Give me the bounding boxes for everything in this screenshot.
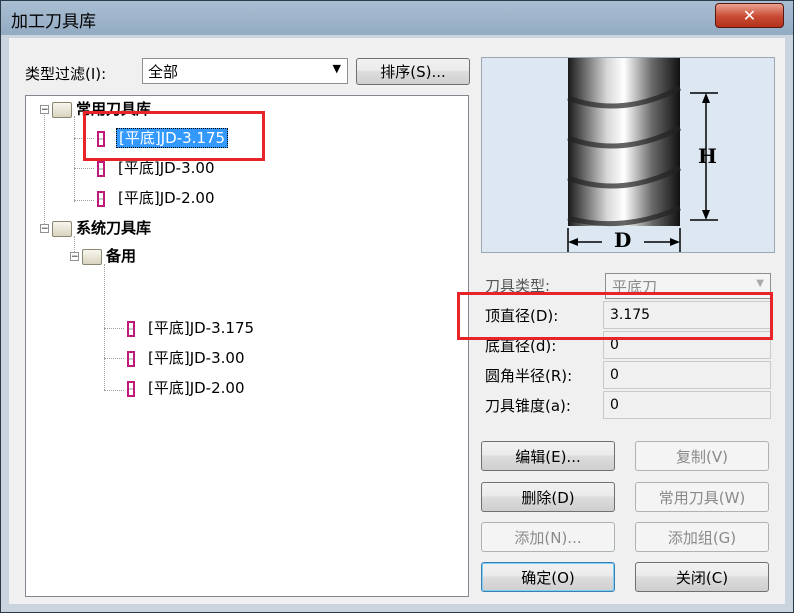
chevron-down-icon: ▼ [756,278,764,289]
taper-field[interactable]: 0 [603,391,771,419]
type-filter-label: 类型过滤(I): [25,65,107,83]
diameter-dim-label: D [614,228,632,252]
highlight-selected-tool [83,111,265,161]
type-filter-select[interactable]: 全部 ▼ [142,58,348,84]
edit-button[interactable]: 编辑(E)... [481,441,615,471]
taper-label: 刀具锥度(a): [485,397,571,415]
tree-node-spare[interactable]: 备用 [106,245,136,267]
tree-item-spare-jd-300[interactable]: [平底]JD-3.00 [148,347,245,369]
add-group-button[interactable]: 添加组(G) [635,522,769,552]
flat-end-mill-icon [127,381,135,397]
copy-button[interactable]: 复制(V) [635,441,769,471]
ok-button[interactable]: 确定(O) [481,562,615,592]
window-title: 加工刀具库 [11,12,96,32]
collapse-system-icon[interactable]: − [40,224,49,234]
sort-button[interactable]: 排序(S)... [356,58,470,85]
flat-end-mill-icon [97,191,105,207]
tool-preview: H D [481,57,775,253]
common-tool-button[interactable]: 常用刀具(W) [635,482,769,512]
chevron-down-icon: ▼ [332,62,341,75]
flat-end-mill-icon [127,351,135,367]
tree-item-common-jd-200[interactable]: [平底]JD-2.00 [118,187,215,209]
tool-tree[interactable]: − 常用刀具库 [平底]JD-3.175 [平底]JD-3.00 [平底]JD-… [25,95,469,597]
delete-button[interactable]: 删除(D) [481,482,615,512]
window-close-button[interactable]: ✕ [715,3,784,28]
folder-icon [52,102,72,118]
flat-end-mill-icon [97,161,105,177]
collapse-spare-icon[interactable]: − [70,252,79,262]
add-button[interactable]: 添加(N)... [481,522,615,552]
title-bar[interactable]: 加工刀具库 ✕ [1,1,793,35]
folder-icon [82,249,102,265]
collapse-common-icon[interactable]: − [40,105,49,115]
flat-end-mill-icon [127,321,135,337]
tree-node-system-library[interactable]: 系统刀具库 [76,217,151,239]
type-filter-value: 全部 [148,63,179,81]
end-mill-drawing [567,58,718,252]
tool-library-dialog: 加工刀具库 ✕ 类型过滤(I): 全部 ▼ 排序(S)... − 常用刀具库 [… [0,0,794,613]
tree-item-spare-jd-200[interactable]: [平底]JD-2.00 [148,377,245,399]
tree-item-spare-jd-3175[interactable]: [平底]JD-3.175 [148,317,254,339]
corner-radius-field[interactable]: 0 [603,361,771,389]
corner-radius-label: 圆角半径(R): [485,367,573,385]
highlight-top-diameter [457,292,773,340]
folder-icon [52,221,72,237]
height-dim-label: H [698,144,717,168]
close-button[interactable]: 关闭(C) [635,562,769,592]
